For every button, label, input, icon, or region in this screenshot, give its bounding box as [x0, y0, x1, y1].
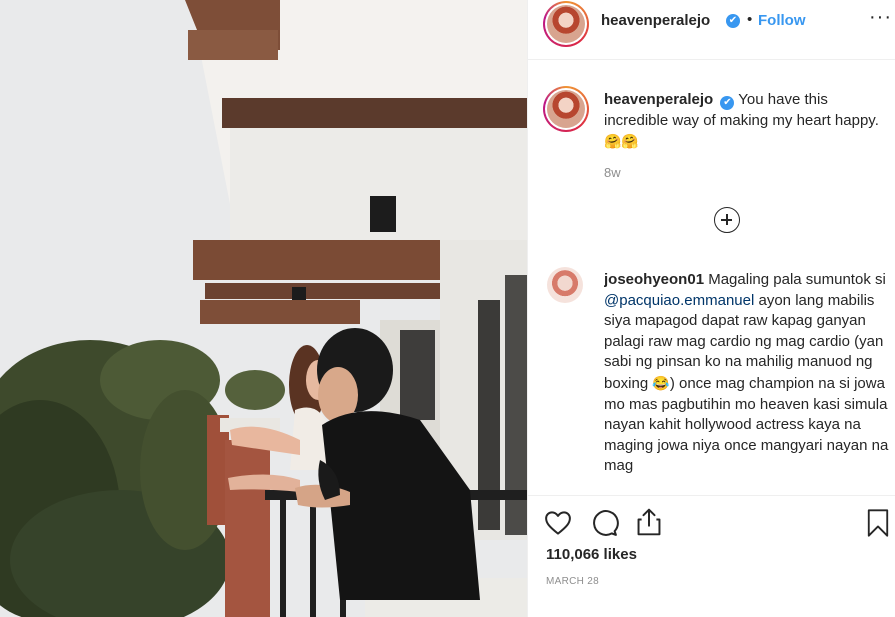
- heart-icon[interactable]: [543, 508, 573, 538]
- share-icon[interactable]: [634, 506, 664, 538]
- comment-item: joseohyeon01 Magaling pala sumuntok si @…: [604, 270, 892, 490]
- photo-illustration: [0, 0, 527, 617]
- verified-badge-icon: ✔: [726, 14, 740, 28]
- commenter-avatar[interactable]: [547, 267, 583, 303]
- more-options-icon[interactable]: ···: [869, 6, 892, 29]
- author-username[interactable]: heavenperalejo: [601, 12, 710, 29]
- plus-circle-icon[interactable]: [714, 207, 740, 233]
- post-sidebar: heavenperalejo ✔ • Follow ··· heavenpera…: [527, 0, 895, 617]
- commenter-username[interactable]: joseohyeon01: [604, 271, 704, 288]
- caption-username[interactable]: heavenperalejo: [604, 91, 713, 108]
- comment-text-1: Magaling pala sumuntok si: [708, 271, 886, 288]
- follow-button[interactable]: Follow: [758, 12, 806, 29]
- likes-count[interactable]: 110,066 likes: [546, 546, 637, 563]
- post-header: heavenperalejo ✔ • Follow ···: [528, 0, 895, 60]
- post-actions: 110,066 likes MARCH 28: [528, 495, 895, 617]
- caption-verified-badge-icon: ✔: [720, 96, 735, 110]
- caption-avatar[interactable]: [543, 86, 589, 132]
- comment-icon[interactable]: [589, 508, 619, 538]
- bookmark-icon[interactable]: [866, 508, 890, 538]
- caption-text: heavenperalejo ✔ You have this incredibl…: [604, 89, 884, 152]
- caption-timestamp[interactable]: 8w: [604, 165, 621, 180]
- author-avatar[interactable]: [543, 1, 589, 47]
- comment-emoji: 😂: [652, 374, 670, 391]
- post-photo[interactable]: [0, 0, 527, 617]
- post-date[interactable]: MARCH 28: [546, 576, 599, 587]
- comment-mention-link[interactable]: @pacquiao.emmanuel: [604, 292, 754, 309]
- caption-emoji: 🤗🤗: [604, 133, 639, 149]
- separator-dot: •: [747, 11, 753, 28]
